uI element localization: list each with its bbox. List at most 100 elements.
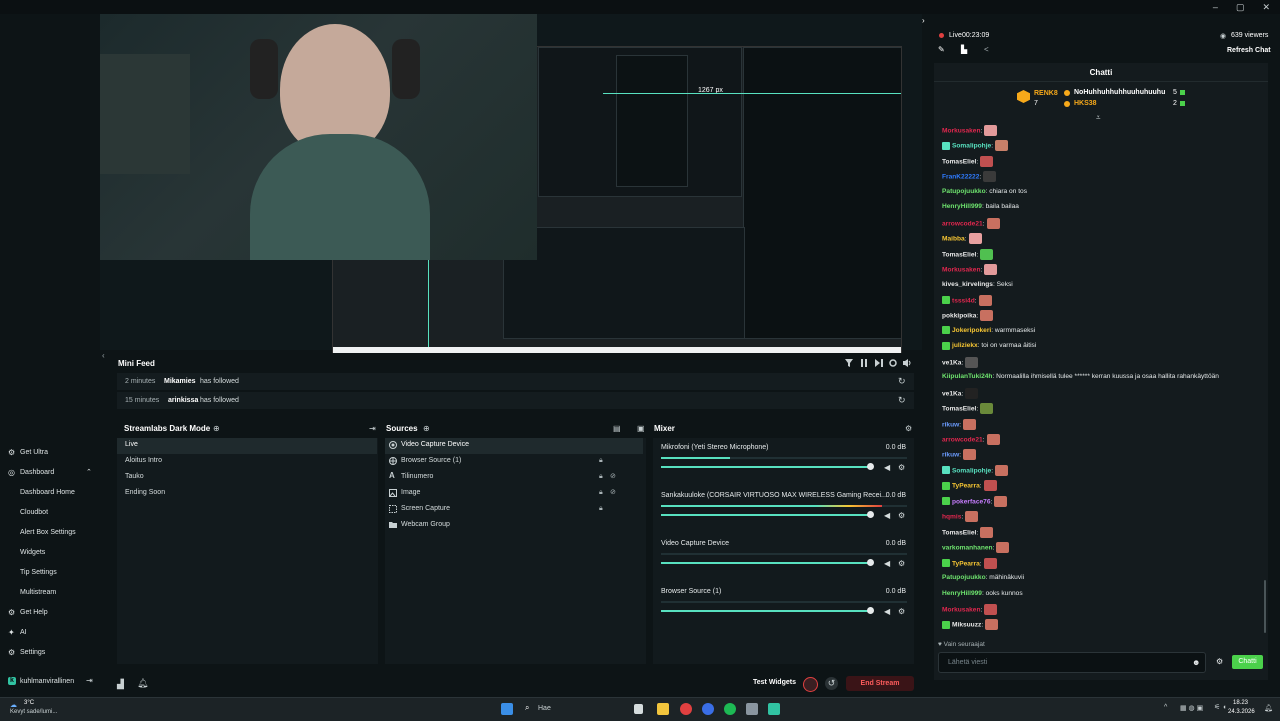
repeat-icon[interactable]: ↻ (898, 376, 906, 387)
lock-icon[interactable]: 🔒︎ (599, 505, 603, 513)
chat-username[interactable]: Somalipohje (952, 143, 991, 150)
slider-knob[interactable] (867, 511, 874, 518)
sidebar-item-ai[interactable]: ✦ AI (0, 625, 100, 641)
chat-username[interactable]: Maibba (942, 235, 965, 242)
gear-icon[interactable]: ⚙︎ (905, 424, 912, 433)
sidebar-item-cloudbot[interactable]: Cloudbot (0, 505, 100, 521)
chat-send-button[interactable]: Chatti (1232, 655, 1263, 669)
sidebar-item-widgets[interactable]: Widgets (0, 545, 100, 561)
file-explorer-icon[interactable] (657, 703, 669, 715)
replay-buffer-button[interactable]: ↺ (825, 677, 838, 690)
source-properties-icon[interactable]: ▣ (637, 424, 645, 433)
minimize-icon[interactable]: – (1213, 2, 1218, 13)
sidebar-item-get-help[interactable]: ⚙︎ Get Help (0, 605, 100, 621)
add-source-icon[interactable]: ⊕ (423, 424, 430, 433)
chat-username[interactable]: tsssi4d (952, 297, 975, 304)
gear-icon[interactable]: ⚙︎ (898, 607, 905, 616)
volume-slider[interactable] (661, 607, 874, 614)
network-volume-icon[interactable]: ⚟ ◖ (1214, 703, 1226, 711)
sidebar-item-multistream[interactable]: Multistream (0, 585, 100, 601)
source-item[interactable]: Screen Capture 🔒︎ (385, 502, 643, 518)
chat-username[interactable]: varkomanhanen (942, 544, 993, 551)
chat-username[interactable]: arrowcode21 (942, 436, 983, 443)
chat-username[interactable]: HenryHill999 (942, 203, 982, 210)
pause-icon[interactable] (860, 359, 868, 367)
slider-knob[interactable] (867, 463, 874, 470)
chat-username[interactable]: Morkusaken (942, 266, 980, 273)
streamlabs-icon[interactable] (768, 703, 780, 715)
chat-username[interactable]: kives_kirvelings (942, 281, 993, 288)
speaker-icon[interactable]: ◀ (884, 511, 890, 520)
share-icon[interactable]: < (984, 45, 989, 54)
speaker-icon[interactable]: ◀ (884, 607, 890, 616)
lock-icon[interactable]: 🔒︎ (599, 473, 603, 481)
pin-icon[interactable]: ⩡ (1096, 113, 1101, 123)
chat-username[interactable]: ve1Ka (942, 359, 961, 366)
browser-icon[interactable] (680, 703, 692, 715)
chat-username[interactable]: TomasEliel (942, 405, 976, 412)
feed-user[interactable]: Mikamies (164, 378, 196, 385)
chat-username[interactable]: Patupojuukko (942, 574, 986, 581)
folder-add-icon[interactable]: ▤ (613, 424, 621, 433)
maximize-icon[interactable]: ▢ (1236, 2, 1245, 13)
gear-icon[interactable]: ⚙︎ (898, 511, 905, 520)
speaker-icon[interactable]: ◀ (884, 559, 890, 568)
record-button[interactable] (803, 677, 818, 692)
speaker-icon[interactable]: ◀ (884, 463, 890, 472)
stats-icon[interactable]: ▟ (117, 679, 124, 690)
chat-username[interactable]: Patupojuukko (942, 188, 986, 195)
chat-username[interactable]: Somalipohje (952, 467, 991, 474)
collapse-panel-icon[interactable]: ⇥ (369, 424, 376, 433)
chat-username[interactable]: TyPearra (952, 560, 980, 567)
edge-icon[interactable] (702, 703, 714, 715)
notification-bell-icon[interactable]: 🔔︎ (137, 678, 148, 689)
refresh-chat-button[interactable]: Refresh Chat (1227, 47, 1271, 54)
end-stream-button[interactable]: End Stream (846, 676, 914, 691)
windows-start-icon[interactable] (501, 703, 513, 715)
sidebar-item-tip-settings[interactable]: Tip Settings (0, 565, 100, 581)
sidebar-item-dashboard[interactable]: ◎ Dashboard ⌃ (0, 465, 100, 481)
hidden-eye-icon[interactable]: ⊘ (610, 488, 616, 496)
lock-icon[interactable]: 🔒︎ (599, 489, 603, 497)
source-item[interactable]: Image 🔒︎ ⊘ (385, 486, 643, 502)
spotify-icon[interactable] (724, 703, 736, 715)
chat-username[interactable]: Morkusaken (942, 127, 980, 134)
volume-icon[interactable] (903, 359, 912, 367)
chat-username[interactable]: Miksuuzz (952, 622, 981, 629)
chat-username[interactable]: pokerface76 (952, 498, 991, 505)
chevron-right-icon[interactable]: › (922, 16, 925, 25)
sidebar-item-get-ultra[interactable]: ⚙︎ Get Ultra (0, 445, 100, 461)
chat-username[interactable]: ve1Ka (942, 390, 961, 397)
lock-icon[interactable]: 🔒︎ (599, 457, 603, 465)
add-scene-collection-icon[interactable]: ⊕ (213, 424, 220, 433)
hidden-eye-icon[interactable]: ⊘ (610, 472, 616, 480)
scene-item[interactable]: Ending Soon (117, 486, 377, 502)
app-icon[interactable] (746, 703, 758, 715)
tray-chevron-icon[interactable]: ^ (1164, 704, 1167, 711)
volume-slider[interactable] (661, 463, 874, 470)
volume-slider[interactable] (661, 511, 874, 518)
slider-knob[interactable] (867, 607, 874, 614)
source-item[interactable]: A Tilinumero 🔒︎ ⊘ (385, 470, 643, 486)
source-item[interactable]: Video Capture Device (385, 438, 643, 454)
chat-username[interactable]: HenryHill999 (942, 590, 982, 597)
scene-item[interactable]: Tauko (117, 470, 377, 486)
sidebar-item-dashboard-home[interactable]: Dashboard Home (0, 485, 100, 501)
skip-icon[interactable] (875, 359, 883, 367)
filter-icon[interactable] (845, 359, 853, 367)
gear-icon[interactable]: ⚙︎ (898, 559, 905, 568)
chat-username[interactable]: TyPearra (952, 483, 980, 490)
scene-item[interactable]: Live (117, 438, 377, 454)
slider-knob[interactable] (867, 559, 874, 566)
taskbar-search[interactable]: ⌕ Hae (522, 702, 622, 716)
chat-username[interactable]: Jokeripokeri (952, 327, 991, 334)
user-account[interactable]: k kuhlmanvirallinen ⇥ (0, 674, 100, 690)
chat-username[interactable]: TomasEliel (942, 158, 976, 165)
chat-username[interactable]: rikuw (942, 452, 959, 459)
gear-icon[interactable]: ⚙︎ (1216, 657, 1223, 666)
chat-username[interactable]: FranK22222 (942, 174, 979, 181)
repeat-icon[interactable]: ↻ (898, 395, 906, 406)
chat-username[interactable]: pokkipoika (942, 313, 976, 320)
chat-username[interactable]: rikuw (942, 421, 959, 428)
edit-icon[interactable]: ✎ (938, 45, 945, 54)
